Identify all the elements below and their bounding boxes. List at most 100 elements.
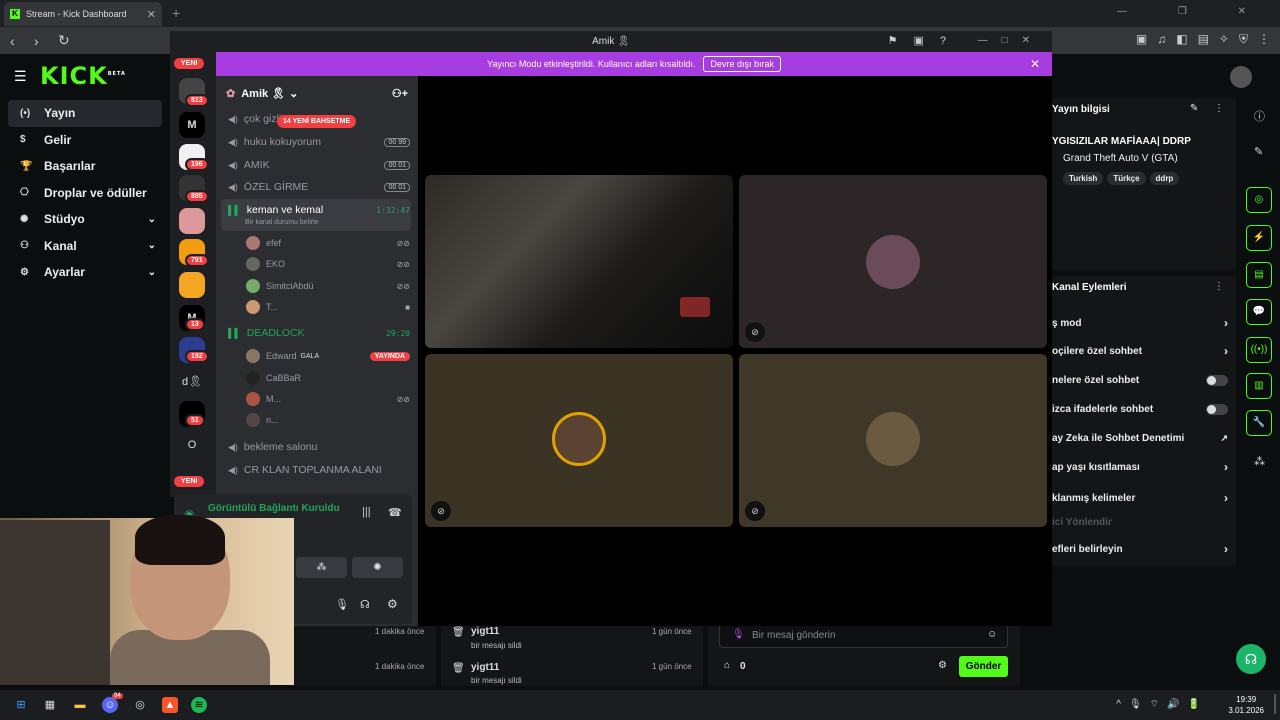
voice-user[interactable]: EKO ⊘⊘ xyxy=(246,257,410,271)
voice-user[interactable]: efef ⊘⊘ xyxy=(246,236,410,250)
wallet-icon[interactable]: ▤ xyxy=(1198,32,1209,47)
nav-studyo[interactable]: ✺ Stüdyo ⌄ xyxy=(8,206,162,233)
document-button[interactable]: ▤ xyxy=(1246,262,1272,288)
action-item[interactable]: ap yaşı kısıtlaması › xyxy=(1052,460,1228,474)
more-icon[interactable]: ⋮ xyxy=(1214,103,1224,114)
voice-channel[interactable]: ▌▌ DEADLOCK 29:20 xyxy=(228,327,410,339)
server-icon[interactable]: M xyxy=(179,112,205,138)
disconnect-icon[interactable]: ☎ xyxy=(388,506,402,519)
action-item[interactable]: nelere özel sohbet xyxy=(1052,375,1228,386)
windows-start-icon[interactable]: ⊞ xyxy=(13,697,29,713)
microphone-icon[interactable]: 🎙 xyxy=(335,598,349,611)
file-explorer-icon[interactable]: ▬ xyxy=(72,697,88,713)
broadcast-button[interactable]: ((•)) xyxy=(1246,337,1272,363)
star-icon[interactable]: ✧ xyxy=(1219,32,1229,47)
close-icon[interactable]: ✕ xyxy=(1030,57,1040,71)
kick-logo[interactable]: KICKBETA xyxy=(40,62,126,90)
camera-button[interactable]: ◎ xyxy=(1246,187,1272,213)
mention-badge[interactable]: 14 YENİ BAHSETME xyxy=(277,115,357,128)
chat-input[interactable]: Bir mesaj gönderin xyxy=(719,624,1008,648)
voice-user[interactable]: Edward GALA YAYINDA xyxy=(246,349,410,363)
voice-channel[interactable]: ◀) ÖZEL GİRME 00 01 xyxy=(228,181,410,193)
headphones-icon[interactable]: ☊ xyxy=(360,598,370,611)
chat-button[interactable]: 💬 xyxy=(1246,299,1272,325)
video-tile-stream[interactable]: ⊘ xyxy=(425,175,765,348)
spotify-icon[interactable]: ≋ xyxy=(191,697,207,713)
server-icon[interactable] xyxy=(179,272,205,298)
clock[interactable]: 19:39 3.01.2026 xyxy=(1228,694,1264,716)
video-tile-user[interactable]: ⊘ xyxy=(739,354,1047,527)
sidebar-icon[interactable]: ◧ xyxy=(1176,32,1187,47)
wrench-button[interactable]: 🔧 xyxy=(1246,410,1272,436)
channel-status[interactable]: Bir kanal durumu belirle xyxy=(245,219,319,226)
add-user-icon[interactable]: ⚇+ xyxy=(392,87,408,100)
nav-gelir[interactable]: $ Gelir xyxy=(8,127,162,154)
pencil-icon[interactable]: ✎ xyxy=(1254,145,1263,158)
soundboard-button[interactable]: ✺ xyxy=(352,557,403,578)
support-chat-icon[interactable]: ☊ xyxy=(1236,644,1266,674)
action-item[interactable]: klanmış kelimeler › xyxy=(1052,491,1228,505)
browser-tab[interactable]: K Stream - Kick Dashboard ✕ xyxy=(4,2,162,26)
voice-user[interactable]: n... xyxy=(246,413,410,427)
hamburger-menu-icon[interactable]: ☰ xyxy=(14,68,27,85)
edit-icon[interactable]: ✎ xyxy=(1190,103,1198,114)
tag[interactable]: Türkçe xyxy=(1107,172,1146,185)
info-icon[interactable]: ⓘ xyxy=(1254,108,1265,124)
voice-channel[interactable]: ◀) huku kokuyorum 00 99 xyxy=(228,136,410,148)
voice-user[interactable]: M... ⊘⊘ xyxy=(246,392,410,406)
back-icon[interactable]: ‹ xyxy=(10,33,24,49)
forward-icon[interactable]: › xyxy=(34,33,48,49)
action-item[interactable]: izca ifadelerle sohbet xyxy=(1052,404,1228,415)
server-icon[interactable] xyxy=(179,208,205,234)
voice-user[interactable]: SimitciAbdü ⊘⊘ xyxy=(246,279,410,293)
voice-channel-active[interactable]: ▌▌ keman ve kemal 1:32:47 xyxy=(228,204,410,216)
voice-channel[interactable]: ◀) bekleme salonu xyxy=(228,441,410,453)
extension-icon[interactable]: ▣ xyxy=(1136,32,1147,47)
toggle-switch[interactable] xyxy=(1206,375,1228,386)
nav-kanal[interactable]: ⚇ Kanal ⌄ xyxy=(8,233,162,260)
activities-button[interactable]: ⁂ xyxy=(296,557,347,578)
voice-user[interactable]: CaBBaR xyxy=(246,371,410,385)
action-item[interactable]: oçilere özel sohbet › xyxy=(1052,344,1228,358)
store-icon[interactable]: ▦ xyxy=(42,697,58,713)
avatar[interactable] xyxy=(1230,66,1252,88)
server-icon[interactable]: O xyxy=(179,432,205,458)
nav-droplar[interactable]: ⎔ Droplar ve ödüller xyxy=(8,180,162,207)
system-tray[interactable]: ^🎙⌔🔊🔋 xyxy=(1116,698,1208,711)
server-icon[interactable]: d🎗 xyxy=(179,369,205,395)
show-desktop-button[interactable] xyxy=(1274,694,1276,714)
nav-yayin[interactable]: (•) Yayın xyxy=(8,100,162,127)
nav-basarilar[interactable]: 🏆 Başarılar xyxy=(8,153,162,180)
discord-icon[interactable]: ☺ xyxy=(102,697,118,713)
menu-icon[interactable]: ⋮ xyxy=(1258,32,1270,47)
action-item[interactable]: ş mod › xyxy=(1052,316,1228,330)
tag[interactable]: ddrp xyxy=(1149,172,1180,185)
action-item[interactable]: efleri belirleyin › xyxy=(1052,542,1228,556)
action-item[interactable]: ay Zeka ile Sohbet Denetimi ↗ xyxy=(1052,433,1228,444)
settings-icon[interactable]: ⚙ xyxy=(938,660,947,671)
music-icon[interactable]: ♫ xyxy=(1157,32,1166,47)
tag[interactable]: Turkish xyxy=(1063,172,1104,185)
voice-channel[interactable]: ◀) CR KLAN TOPLANMA ALANI xyxy=(228,464,410,476)
lightning-button[interactable]: ⚡ xyxy=(1246,225,1272,251)
reload-icon[interactable]: ↻ xyxy=(58,32,72,49)
voice-user[interactable]: T... ■ xyxy=(246,300,410,314)
disable-streamer-mode-button[interactable]: Devre dışı bırak xyxy=(703,56,781,72)
brave-icon[interactable]: ▲ xyxy=(162,697,178,713)
shield-icon[interactable]: ⛨ xyxy=(1239,32,1248,47)
new-tab-button[interactable]: + xyxy=(172,5,180,21)
soundboard-icon[interactable]: ||| xyxy=(362,506,371,518)
titlebar-icons[interactable]: ⚑▣? xyxy=(888,34,962,47)
nodes-icon[interactable]: ⁂ xyxy=(1254,455,1265,468)
emoji-icon[interactable]: ☺ xyxy=(987,629,997,640)
server-header[interactable]: ✿ Amik 🎗 ⌄ ⚇+ xyxy=(216,80,418,106)
layout-button[interactable]: ▥ xyxy=(1246,373,1272,399)
voice-channel[interactable]: ◀) AMIK 00 01 xyxy=(228,159,410,171)
video-tile-user[interactable]: ⊘ xyxy=(739,175,1047,348)
store-icon[interactable]: ⌂ xyxy=(724,660,730,671)
send-button[interactable]: Gönder xyxy=(959,656,1008,677)
user-settings-icon[interactable]: ⚙ xyxy=(387,597,398,611)
video-tile-user[interactable]: ⊘ xyxy=(425,354,733,527)
log-user[interactable]: yigt11 xyxy=(471,662,499,673)
window-controls[interactable]: — ❐ ✕ xyxy=(1117,6,1270,17)
